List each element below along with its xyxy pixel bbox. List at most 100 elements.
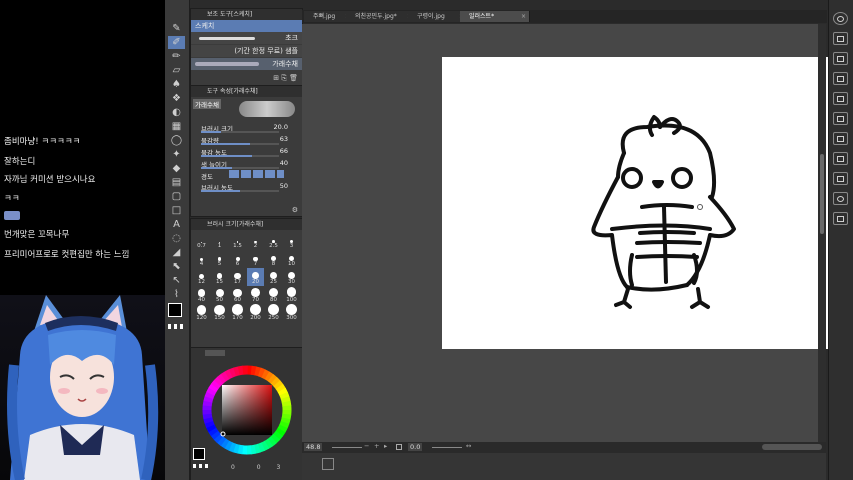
flip-icon[interactable]: ↔ bbox=[466, 442, 471, 450]
brush-size-preset[interactable]: 40 bbox=[193, 286, 210, 304]
brush-size-preset[interactable]: 200 bbox=[247, 304, 264, 322]
hardness-selector[interactable] bbox=[229, 170, 284, 178]
document-tab-active[interactable]: 일러스트* × bbox=[460, 11, 530, 22]
material-icon[interactable] bbox=[833, 212, 848, 225]
navigator-icon[interactable] bbox=[833, 12, 848, 25]
main-color-swatch[interactable] bbox=[168, 303, 182, 317]
close-icon[interactable]: × bbox=[521, 11, 526, 22]
text-tool-icon[interactable]: A bbox=[168, 218, 185, 231]
brush-size-preset[interactable]: 4 bbox=[193, 250, 210, 268]
airbrush-tool-icon[interactable]: ♠ bbox=[168, 78, 185, 91]
current-color-swatch[interactable] bbox=[193, 448, 205, 460]
decoration-tool-icon[interactable]: ❖ bbox=[168, 92, 185, 105]
transparent-swatch[interactable] bbox=[193, 464, 210, 468]
pen-tool-icon[interactable]: ✎ bbox=[168, 22, 185, 35]
paint-amount-property[interactable]: 물감량 63 bbox=[191, 133, 302, 145]
gradient-tool-icon[interactable]: ▤ bbox=[168, 176, 185, 189]
operation-tool-icon[interactable]: ↖ bbox=[168, 274, 185, 287]
brush-size-preset[interactable]: 7 bbox=[247, 250, 264, 268]
subtool-group-tab[interactable]: 스케치 bbox=[191, 20, 302, 32]
paint-density-property[interactable]: 물감 농도 66 bbox=[191, 145, 302, 157]
frame-tool-icon[interactable]: ◢ bbox=[168, 246, 185, 259]
brush-size-preset[interactable]: 2.5 bbox=[265, 232, 282, 250]
brush-size-preset[interactable]: 20 bbox=[247, 268, 264, 286]
brush-size-preset[interactable]: 80 bbox=[265, 286, 282, 304]
material-icon[interactable] bbox=[833, 52, 848, 65]
material-icon[interactable] bbox=[833, 132, 848, 145]
rotation-angle[interactable]: 0.0 bbox=[408, 443, 423, 451]
brush-size-preset[interactable]: 1 bbox=[211, 232, 228, 250]
brush-tool-icon[interactable]: ✐ bbox=[168, 36, 185, 49]
fill-tool-icon[interactable]: ◆ bbox=[168, 162, 185, 175]
drawing-canvas[interactable] bbox=[442, 57, 853, 349]
horizontal-scrollbar[interactable] bbox=[762, 444, 822, 450]
brush-size-preset[interactable]: 150 bbox=[211, 304, 228, 322]
brush-size-preset[interactable]: 15 bbox=[211, 268, 228, 286]
rectangle-tool-icon[interactable]: □ bbox=[168, 204, 185, 217]
brush-size-preset[interactable]: 50 bbox=[211, 286, 228, 304]
vertical-scrollbar[interactable] bbox=[818, 24, 826, 442]
property-value[interactable]: 66 bbox=[280, 147, 288, 155]
material-icon[interactable] bbox=[833, 72, 848, 85]
move-tool-icon[interactable]: ⬉ bbox=[168, 260, 185, 273]
brush-size-preset[interactable]: 60 bbox=[229, 286, 246, 304]
pencil-tool-icon[interactable]: ✏ bbox=[168, 50, 185, 63]
brush-size-preset[interactable]: 100 bbox=[283, 286, 300, 304]
canvas-workspace[interactable] bbox=[302, 24, 853, 442]
property-value[interactable]: 20.0 bbox=[274, 123, 288, 131]
brush-size-preset[interactable]: 25 bbox=[265, 268, 282, 286]
brush-size-preset[interactable]: 3 bbox=[283, 232, 300, 250]
hardness-property[interactable]: 경도 bbox=[191, 169, 302, 181]
material-icon[interactable] bbox=[833, 32, 848, 45]
subtool-item[interactable]: (기간 한정 무료) 샘플 bbox=[191, 45, 302, 57]
brush-size-preset[interactable]: 120 bbox=[193, 304, 210, 322]
brush-density-property[interactable]: 브러시 농도 50 bbox=[191, 180, 302, 192]
camera-icon[interactable] bbox=[833, 192, 848, 205]
document-tab[interactable]: 의친공민두.jpg*× bbox=[346, 11, 416, 22]
rotate-reset-icon[interactable] bbox=[396, 444, 402, 450]
scroll-thumb[interactable] bbox=[820, 154, 824, 234]
material-icon[interactable] bbox=[833, 152, 848, 165]
brush-size-preset[interactable]: 30 bbox=[283, 268, 300, 286]
blend-tool-icon[interactable]: ◐ bbox=[168, 106, 185, 119]
brush-size-preset[interactable]: 5 bbox=[211, 250, 228, 268]
brush-size-preset[interactable]: 170 bbox=[229, 304, 246, 322]
zoom-level[interactable]: 48.8 bbox=[304, 443, 323, 451]
brush-size-preset[interactable]: 17 bbox=[229, 268, 246, 286]
property-value[interactable]: 50 bbox=[280, 182, 288, 190]
magic-wand-icon[interactable]: ✦ bbox=[168, 148, 185, 161]
zoom-slider[interactable] bbox=[332, 447, 362, 448]
transparent-color-swatch[interactable] bbox=[168, 324, 185, 329]
property-slider[interactable] bbox=[201, 190, 279, 192]
lasso-tool-icon[interactable]: ◯ bbox=[168, 134, 185, 147]
material-icon[interactable] bbox=[833, 172, 848, 185]
property-value[interactable]: 40 bbox=[280, 159, 288, 167]
grid-tool-icon[interactable]: ▦ bbox=[168, 120, 185, 133]
balloon-tool-icon[interactable]: ◌ bbox=[168, 232, 185, 245]
brush-size-preset[interactable]: 12 bbox=[193, 268, 210, 286]
subtool-item[interactable]: 초크 bbox=[191, 32, 302, 44]
eyedropper-tool-icon[interactable]: ⌇ bbox=[168, 288, 185, 301]
fit-icon[interactable]: ▸ bbox=[384, 442, 387, 450]
material-icon[interactable] bbox=[833, 92, 848, 105]
brush-size-preset[interactable]: 70 bbox=[247, 286, 264, 304]
document-tab[interactable]: 구령이.jpg× bbox=[408, 11, 468, 22]
brush-size-preset[interactable]: 1.5 bbox=[229, 232, 246, 250]
property-settings-icon[interactable]: ⚙ bbox=[292, 206, 298, 214]
brush-size-preset[interactable]: 2 bbox=[247, 232, 264, 250]
brush-size-preset[interactable]: 300 bbox=[283, 304, 300, 322]
color-stretch-property[interactable]: 색 늘이기 40 bbox=[191, 157, 302, 169]
brush-size-preset[interactable]: 250 bbox=[265, 304, 282, 322]
material-icon[interactable] bbox=[833, 112, 848, 125]
rotation-slider[interactable] bbox=[432, 447, 462, 448]
brush-size-property[interactable]: 브러시 크기 20.0 bbox=[191, 121, 302, 133]
figure-tool-icon[interactable]: ▢ bbox=[168, 190, 185, 203]
zoom-out-icon[interactable]: − bbox=[364, 442, 369, 450]
brush-size-preset[interactable]: 0.7 bbox=[193, 232, 210, 250]
brush-size-preset[interactable]: 6 bbox=[229, 250, 246, 268]
property-value[interactable]: 63 bbox=[280, 135, 288, 143]
color-wheel[interactable] bbox=[191, 358, 302, 463]
color-panel-tab[interactable] bbox=[205, 350, 225, 356]
zoom-in-icon[interactable]: + bbox=[374, 442, 379, 450]
eraser-tool-icon[interactable]: ▱ bbox=[168, 64, 185, 77]
